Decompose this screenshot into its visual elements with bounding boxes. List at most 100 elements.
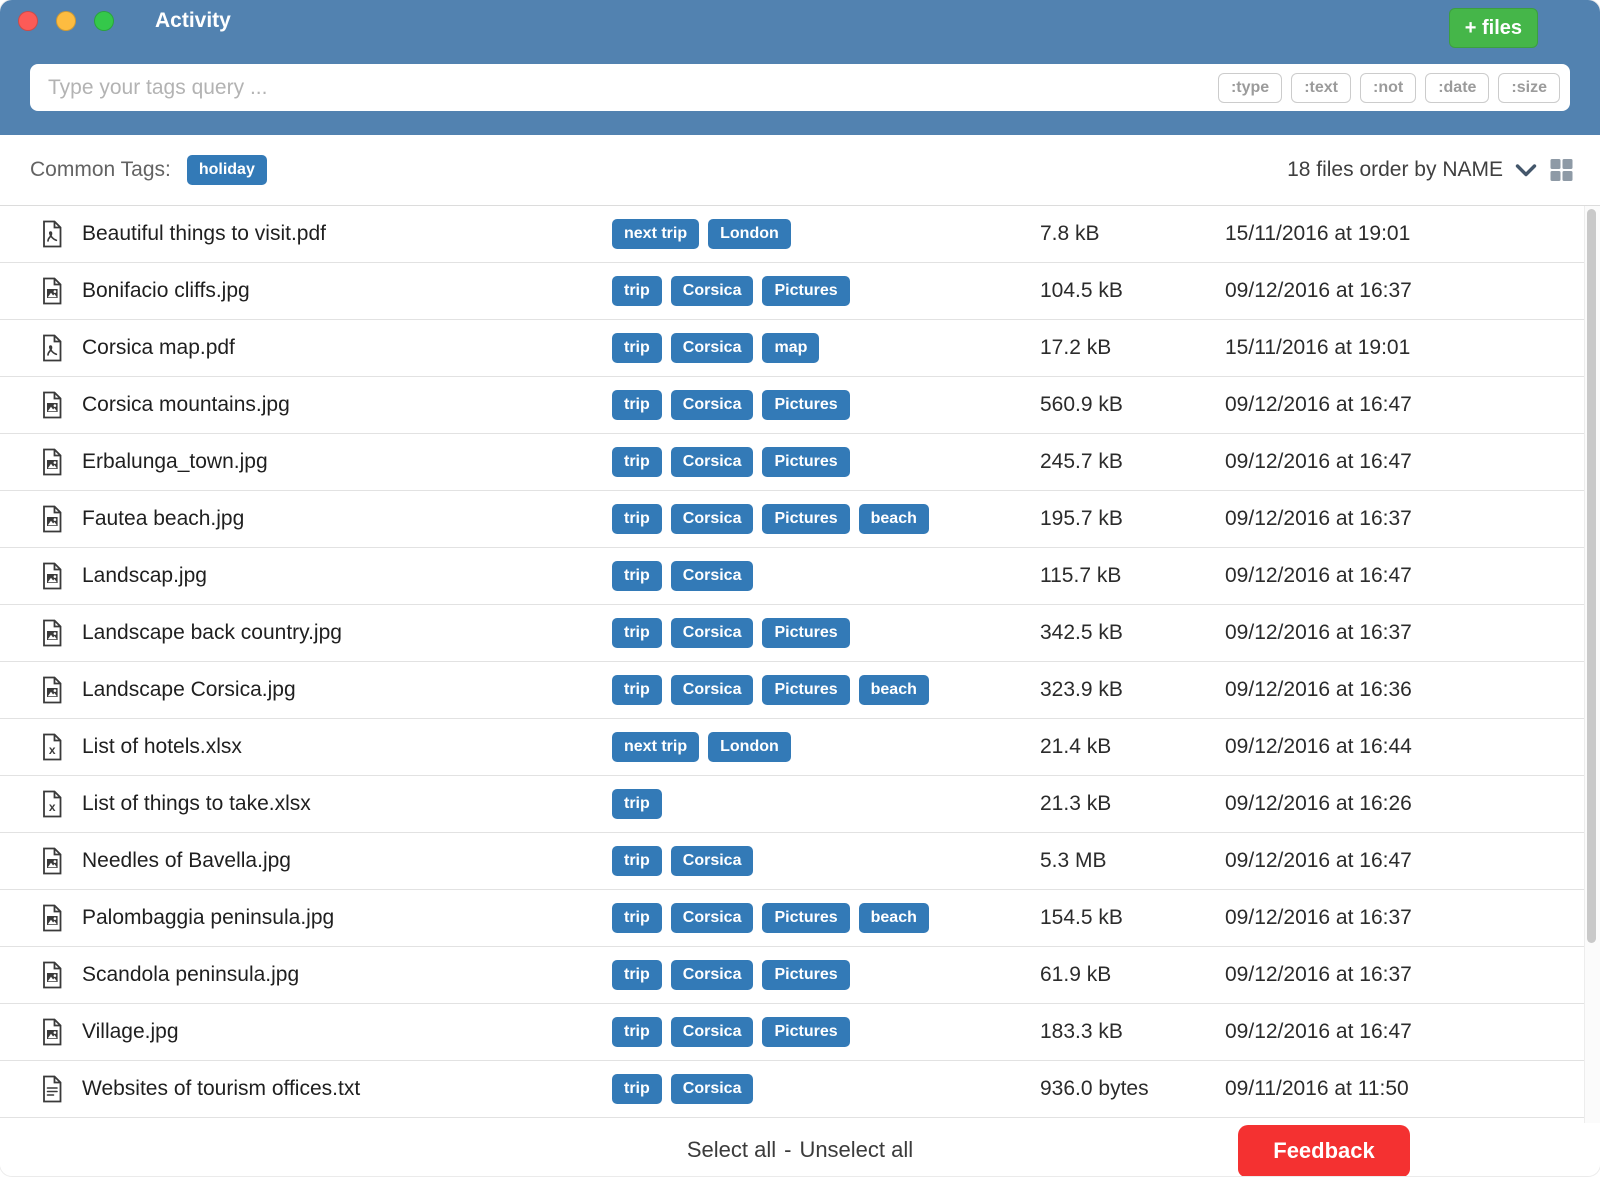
common-tags-label: Common Tags: xyxy=(30,158,171,182)
file-tag[interactable]: Pictures xyxy=(762,618,849,647)
file-tag[interactable]: trip xyxy=(612,789,662,818)
file-row[interactable]: Bonifacio cliffs.jpgtripCorsicaPictures1… xyxy=(0,263,1585,320)
file-row[interactable]: Needles of Bavella.jpgtripCorsica5.3 MB0… xyxy=(0,833,1585,890)
file-tag[interactable]: map xyxy=(762,333,819,362)
zoom-window-button[interactable] xyxy=(94,11,114,31)
file-tag[interactable]: Pictures xyxy=(762,675,849,704)
filter-button-not[interactable]: :not xyxy=(1360,73,1416,103)
filter-button-date[interactable]: :date xyxy=(1425,73,1489,103)
file-tag[interactable]: London xyxy=(708,732,791,761)
file-name: Landscape back country.jpg xyxy=(82,621,612,645)
file-row[interactable]: Landscape back country.jpgtrip Corsica Pic… xyxy=(0,605,1585,662)
file-date: 09/12/2016 at 16:37 xyxy=(1225,507,1580,531)
file-row[interactable]: Landscap.jpgtripCorsica115.7 kB09/12/201… xyxy=(0,548,1585,605)
select-all-link[interactable]: Select all xyxy=(687,1137,776,1163)
file-tag[interactable]: London xyxy=(708,219,791,248)
file-row[interactable]: Corsica mountains.jpgtripCorsicaPictures… xyxy=(0,377,1585,434)
file-size: 115.7 kB xyxy=(1040,564,1225,588)
file-row[interactable]: Village.jpgtripCorsicaPictures183.3 kB09… xyxy=(0,1004,1585,1061)
file-date: 09/12/2016 at 16:26 xyxy=(1225,792,1580,816)
chevron-down-icon[interactable] xyxy=(1515,163,1537,178)
file-row[interactable]: Landscape Corsica.jpgtripCorsicaPictures… xyxy=(0,662,1585,719)
file-tag[interactable]: trip xyxy=(612,903,662,932)
file-tag[interactable]: Corsica xyxy=(671,1017,754,1046)
scrollbar-thumb[interactable] xyxy=(1587,209,1596,943)
file-tag[interactable]: next trip xyxy=(612,219,699,248)
file-name: Corsica map.pdf xyxy=(82,336,612,360)
add-files-button[interactable]: + files xyxy=(1449,8,1538,48)
file-tag[interactable]: trip xyxy=(612,390,662,419)
file-tag[interactable]: Pictures xyxy=(762,960,849,989)
file-row[interactable]: Corsica map.pdftripCorsicamap17.2 kB15/1… xyxy=(0,320,1585,377)
scrollbar-track[interactable] xyxy=(1584,206,1600,1123)
file-tag[interactable]: beach xyxy=(859,504,929,533)
file-tag[interactable]: trip xyxy=(612,276,662,305)
grid-view-icon[interactable] xyxy=(1549,158,1574,182)
file-tag[interactable]: trip xyxy=(612,561,662,590)
file-name: List of hotels.xlsx xyxy=(82,735,612,759)
file-date: 15/11/2016 at 19:01 xyxy=(1225,336,1580,360)
file-row[interactable]: xList of hotels.xlsxnext tripLondon21.4 … xyxy=(0,719,1585,776)
file-name: Needles of Bavella.jpg xyxy=(82,849,612,873)
file-tag[interactable]: Corsica xyxy=(671,960,754,989)
file-row[interactable]: Palombaggia peninsula.jpgtrip Corsica Pict… xyxy=(0,890,1585,947)
file-tag[interactable]: Corsica xyxy=(671,447,754,476)
txt-file-icon xyxy=(40,1075,82,1103)
file-tag[interactable]: Corsica xyxy=(671,903,754,932)
file-name: Erbalunga_town.jpg xyxy=(82,450,612,474)
file-row[interactable]: xList of things to take.xlsxtrip21.3 kB0… xyxy=(0,776,1585,833)
file-tags: next trip London xyxy=(612,732,1040,761)
file-size: 61.9 kB xyxy=(1040,963,1225,987)
minimize-window-button[interactable] xyxy=(56,11,76,31)
footer-separator: - xyxy=(784,1137,791,1163)
file-tag[interactable]: Pictures xyxy=(762,390,849,419)
file-name: Scandola peninsula.jpg xyxy=(82,963,612,987)
file-tag[interactable]: beach xyxy=(859,675,929,704)
filter-button-size[interactable]: :size xyxy=(1498,73,1560,103)
image-file-icon xyxy=(40,676,82,704)
file-tag[interactable]: Corsica xyxy=(671,675,754,704)
file-tag[interactable]: Pictures xyxy=(762,447,849,476)
unselect-all-link[interactable]: Unselect all xyxy=(799,1137,913,1163)
filter-button-text[interactable]: :text xyxy=(1291,73,1351,103)
file-tag[interactable]: trip xyxy=(612,618,662,647)
filter-button-type[interactable]: :type xyxy=(1218,73,1282,103)
close-window-button[interactable] xyxy=(18,11,38,31)
file-tag[interactable]: Pictures xyxy=(762,1017,849,1046)
feedback-button[interactable]: Feedback xyxy=(1238,1125,1410,1176)
file-tag[interactable]: Corsica xyxy=(671,333,754,362)
file-row[interactable]: Fautea beach.jpgtripCorsicaPicturesbeach… xyxy=(0,491,1585,548)
file-tag[interactable]: beach xyxy=(859,903,929,932)
file-tag[interactable]: trip xyxy=(612,675,662,704)
file-tag[interactable]: Pictures xyxy=(762,276,849,305)
file-tag[interactable]: Corsica xyxy=(671,846,754,875)
file-tag[interactable]: Pictures xyxy=(762,903,849,932)
file-tag[interactable]: Corsica xyxy=(671,1074,754,1103)
file-date: 09/12/2016 at 16:37 xyxy=(1225,963,1580,987)
file-tag[interactable]: Pictures xyxy=(762,504,849,533)
file-tag[interactable]: trip xyxy=(612,504,662,533)
file-tags: trip Corsica Pictures xyxy=(612,447,1040,476)
file-tag[interactable]: trip xyxy=(612,333,662,362)
file-tag[interactable]: Corsica xyxy=(671,561,754,590)
file-tag[interactable]: Corsica xyxy=(671,504,754,533)
file-row[interactable]: Beautiful things to visit.pdfnext tripLo… xyxy=(0,206,1585,263)
file-tag[interactable]: next trip xyxy=(612,732,699,761)
file-row[interactable]: Erbalunga_town.jpgtripCorsicaPictures245… xyxy=(0,434,1585,491)
file-tag[interactable]: Corsica xyxy=(671,390,754,419)
file-tag[interactable]: trip xyxy=(612,1074,662,1103)
file-row[interactable]: Scandola peninsula.jpgtrip Corsica Picture… xyxy=(0,947,1585,1004)
common-tag[interactable]: holiday xyxy=(187,155,267,184)
file-tags: trip xyxy=(612,789,1040,818)
file-tag[interactable]: Corsica xyxy=(671,276,754,305)
file-tag[interactable]: trip xyxy=(612,960,662,989)
image-file-icon xyxy=(40,961,82,989)
file-tags: trip Corsica Pictures xyxy=(612,960,1040,989)
file-row[interactable]: Websites of tourism offices.txttripCorsi… xyxy=(0,1061,1585,1118)
file-tag[interactable]: Corsica xyxy=(671,618,754,647)
file-name: Palombaggia peninsula.jpg xyxy=(82,906,612,930)
file-tag[interactable]: trip xyxy=(612,846,662,875)
file-tag[interactable]: trip xyxy=(612,1017,662,1046)
file-tag[interactable]: trip xyxy=(612,447,662,476)
excel-file-icon: x xyxy=(40,790,82,818)
